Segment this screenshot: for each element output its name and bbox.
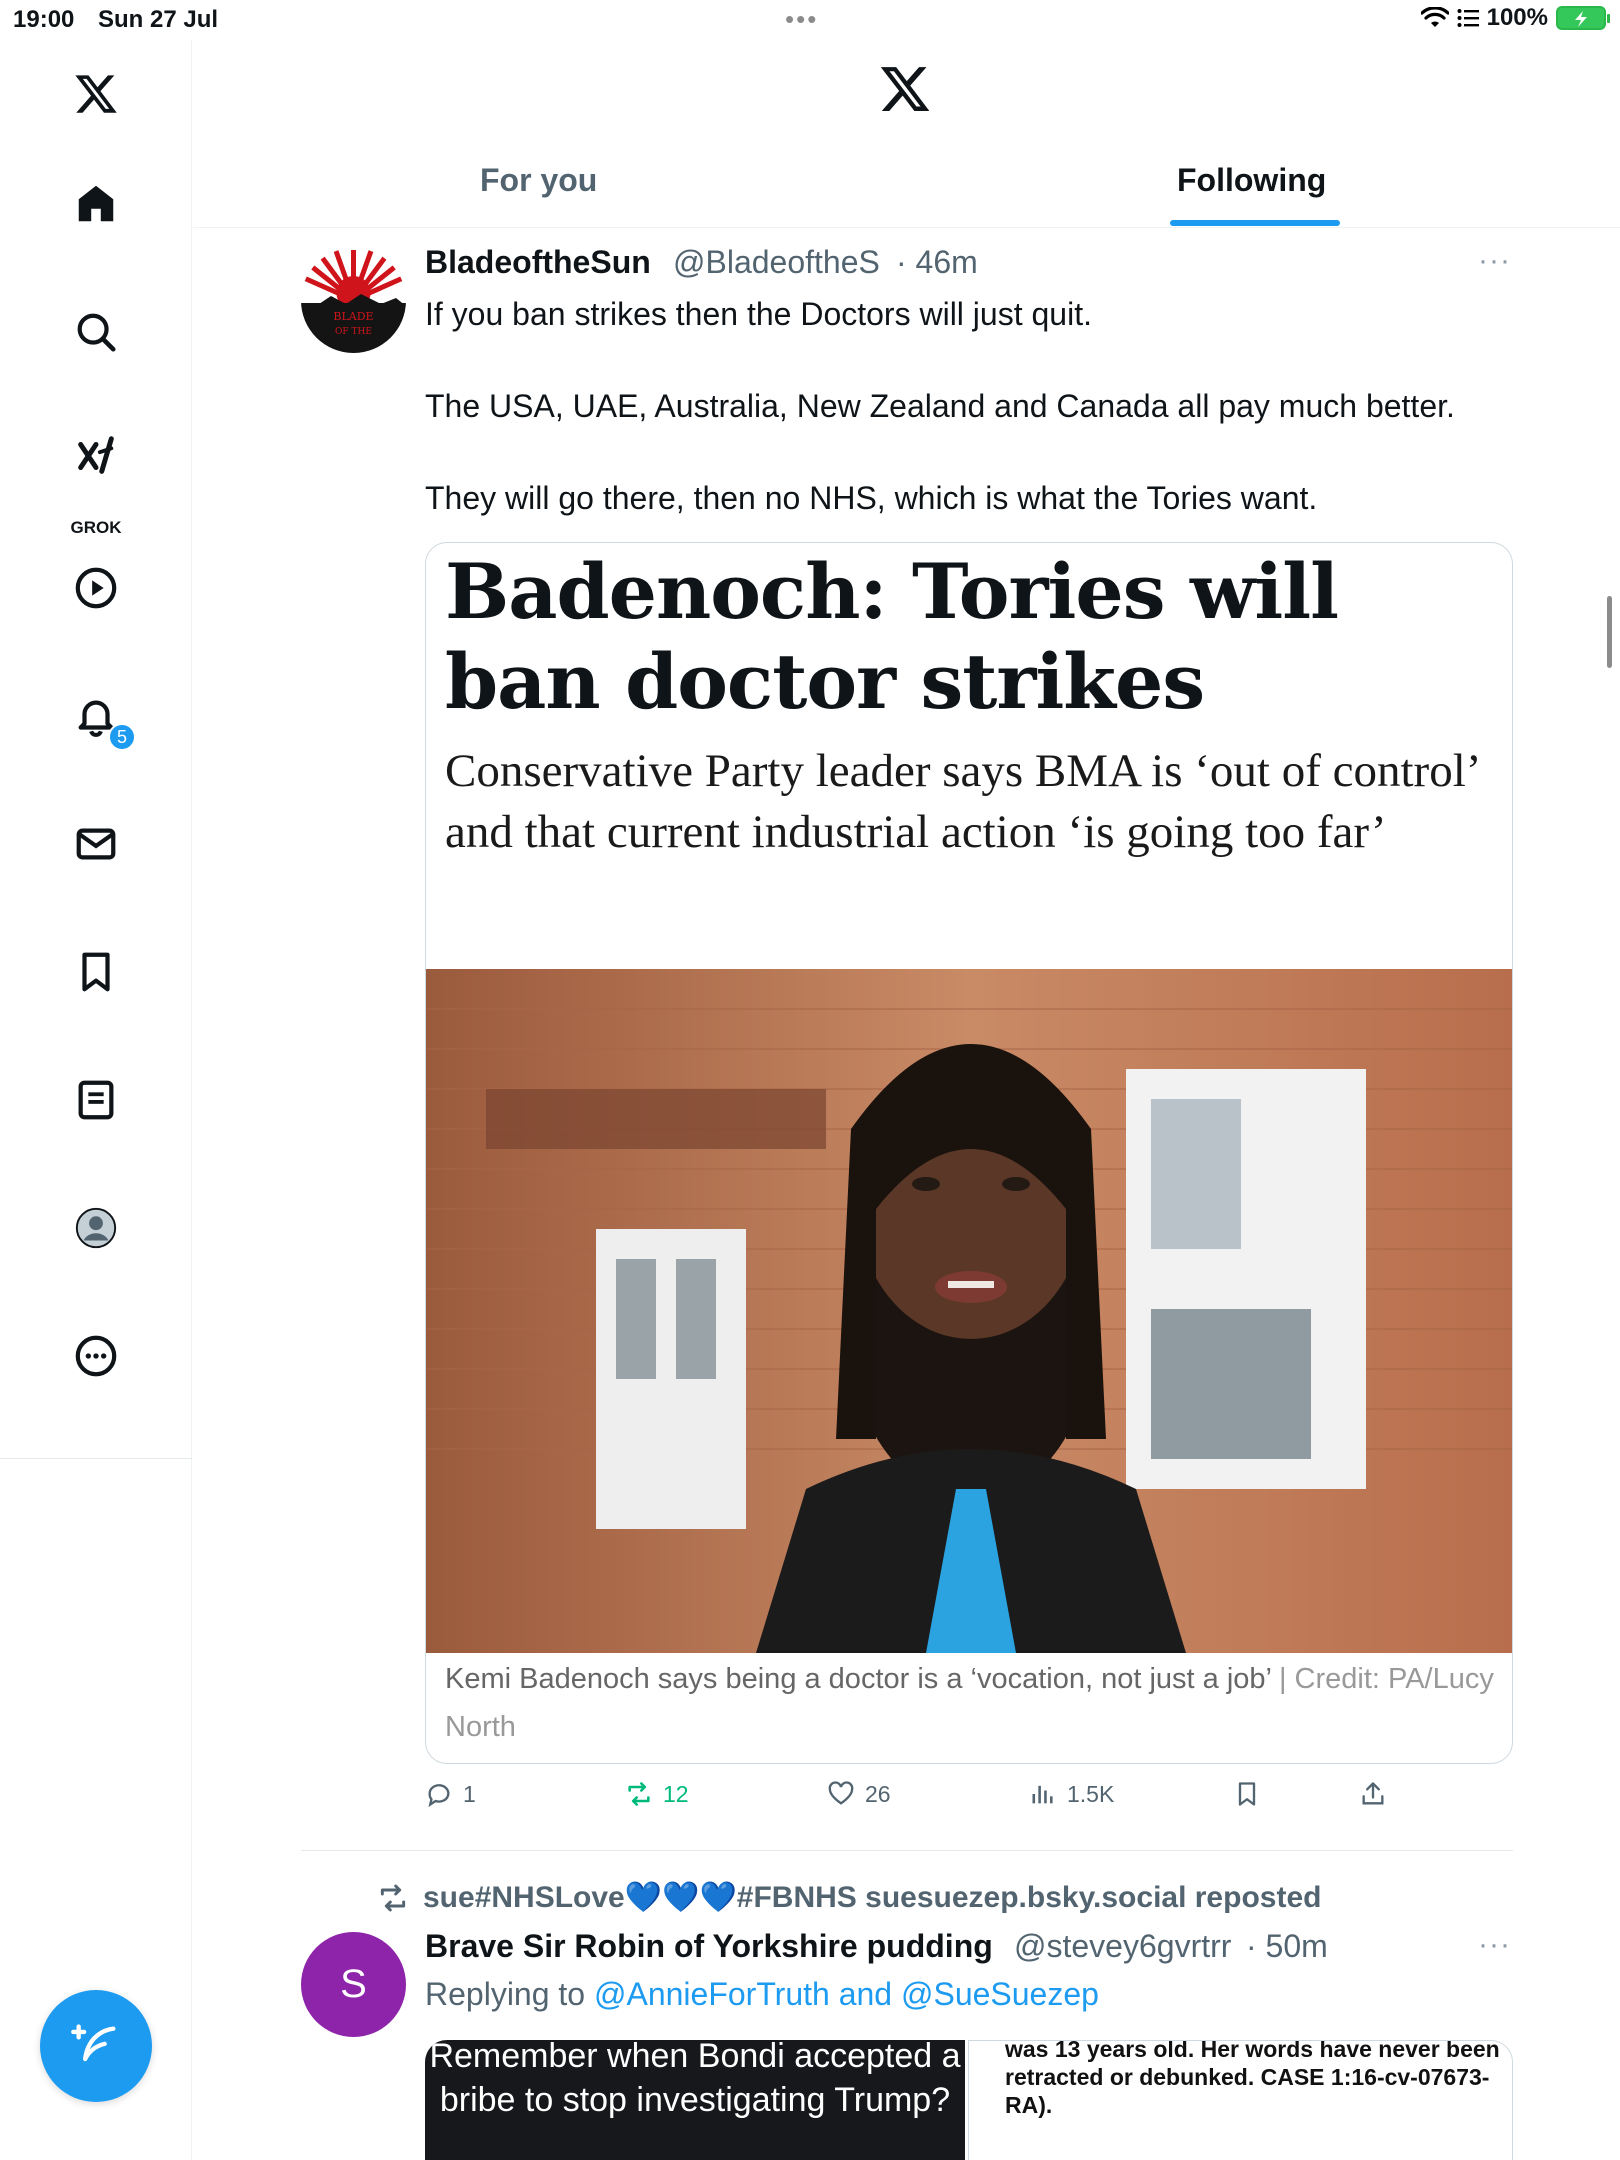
compose-post-button[interactable]: [40, 1990, 152, 2102]
repost-icon: [628, 1782, 650, 1806]
photo-caption-text: Kemi Badenoch says being a doctor is a ‘…: [445, 1663, 1271, 1695]
replying-to: Replying to @AnnieForTruth and @SueSueze…: [425, 1976, 1099, 2013]
article-photo: [426, 969, 1512, 1653]
status-right: 100%: [1420, 4, 1610, 32]
tweet-timestamp[interactable]: · 46m: [896, 244, 978, 281]
lists-icon[interactable]: [66, 1070, 126, 1130]
battery-charging-icon: [1556, 6, 1610, 30]
reply-icon: [428, 1784, 450, 1808]
tweet-divider: [301, 1850, 1513, 1851]
bookmark-button[interactable]: [1233, 1780, 1261, 1808]
tweet-text-line: The USA, UAE, Australia, New Zealand and…: [425, 388, 1455, 424]
repost-count: 12: [663, 1780, 689, 1807]
messages-mail-icon[interactable]: [66, 814, 126, 874]
status-date: Sun 27 Jul: [98, 6, 219, 33]
avatar[interactable]: BLADE OF THE: [301, 248, 406, 353]
avatar-text-2: OF THE: [335, 327, 372, 337]
views-button[interactable]: 1.5K: [1029, 1780, 1114, 1808]
avatar-text: BLADE: [333, 310, 373, 323]
reply-count: 1: [463, 1780, 476, 1807]
avatar-letter: S: [340, 1962, 367, 2006]
tweet-action-bar: 1 12 26 1.5K: [425, 1780, 1525, 1820]
tweet-media-image-left[interactable]: Remember when Bondi accepted a bribe to …: [425, 2040, 965, 2160]
status-time: 19:00: [13, 6, 75, 33]
like-button[interactable]: 26: [827, 1780, 891, 1808]
view-count: 1.5K: [1067, 1780, 1115, 1807]
home-icon[interactable]: [66, 174, 126, 234]
sidebar-divider: [0, 1458, 192, 1459]
tweet-author-name[interactable]: Brave Sir Robin of Yorkshire pudding: [425, 1928, 993, 1965]
timeline-header: For you Following: [193, 40, 1620, 228]
grok-label: GROK: [70, 518, 122, 537]
more-options-icon[interactable]: [66, 1326, 126, 1386]
tweet-text-line: They will go there, then no NHS, which i…: [425, 480, 1318, 516]
grok-icon[interactable]: [66, 426, 126, 486]
notification-count-badge: 5: [108, 723, 136, 751]
tweet-media-image-right[interactable]: was 13 years old. Her words have never b…: [968, 2040, 1513, 2160]
media-image-text: was 13 years old. Her words have never b…: [1005, 2040, 1500, 2118]
search-icon[interactable]: [66, 302, 126, 362]
tweet-text-line: If you ban strikes then the Doctors will…: [425, 296, 1092, 332]
tweet-more-icon[interactable]: ···: [1478, 244, 1511, 278]
tab-following[interactable]: Following: [1177, 162, 1326, 199]
repost-context[interactable]: sue#NHSLove💙💙💙#FBNHS suesuezep.bsky.soci…: [377, 1880, 1321, 1915]
scrollbar[interactable]: [1607, 596, 1612, 668]
photo-caption: Kemi Badenoch says being a doctor is a ‘…: [445, 1655, 1495, 1751]
bookmarks-icon[interactable]: [66, 942, 126, 1002]
x-header-logo-icon[interactable]: [878, 62, 932, 121]
tab-for-you[interactable]: For you: [480, 162, 597, 199]
list-icon: [1457, 9, 1479, 27]
video-play-icon[interactable]: [66, 558, 126, 618]
share-icon: [1362, 1782, 1384, 1805]
like-count: 26: [865, 1780, 891, 1807]
replying-to-handles[interactable]: @AnnieForTruth and @SueSuezep: [594, 1976, 1099, 2012]
repost-icon: [380, 1884, 406, 1911]
wifi-icon: [1420, 7, 1449, 27]
media-image-text: Remember when Bondi accepted a bribe to …: [429, 2040, 961, 2119]
replying-to-label: Replying to: [425, 1976, 594, 2012]
profile-avatar-icon[interactable]: [66, 1198, 126, 1258]
repost-by-label: sue#NHSLove💙💙💙#FBNHS suesuezep.bsky.soci…: [423, 1881, 1322, 1914]
multitasking-dots-icon[interactable]: •••: [785, 4, 818, 35]
reply-button[interactable]: 1: [425, 1780, 476, 1808]
tweet-author-handle[interactable]: @stevey6gvrtrr: [1014, 1928, 1231, 1965]
repost-button[interactable]: 12: [625, 1780, 689, 1808]
bookmark-icon: [1238, 1782, 1256, 1806]
heart-icon: [828, 1781, 854, 1805]
article-headline: Badenoch: Tories will ban doctor strikes: [445, 547, 1339, 726]
tweet-more-icon[interactable]: ···: [1478, 1928, 1511, 1962]
avatar[interactable]: S: [301, 1932, 406, 2037]
compose-post-icon: [71, 2024, 116, 2062]
x-logo-icon[interactable]: [66, 64, 126, 124]
sidebar: GROK 5: [0, 40, 192, 2160]
views-chart-icon: [1032, 1785, 1053, 1804]
battery-percent: 100%: [1486, 4, 1548, 31]
share-button[interactable]: [1359, 1780, 1387, 1808]
tweet-author-handle[interactable]: @BladeoftheS: [673, 244, 880, 281]
tweet-author-name[interactable]: BladeoftheSun: [425, 244, 651, 281]
tweet-timestamp[interactable]: · 50m: [1246, 1928, 1328, 1965]
status-bar: 19:00 Sun 27 Jul ••• 100%: [0, 0, 1620, 40]
active-tab-indicator: [1170, 220, 1340, 226]
article-standfirst: Conservative Party leader says BMA is ‘o…: [445, 745, 1478, 858]
tweet-media-card[interactable]: Badenoch: Tories will ban doctor strikes…: [425, 542, 1513, 1764]
